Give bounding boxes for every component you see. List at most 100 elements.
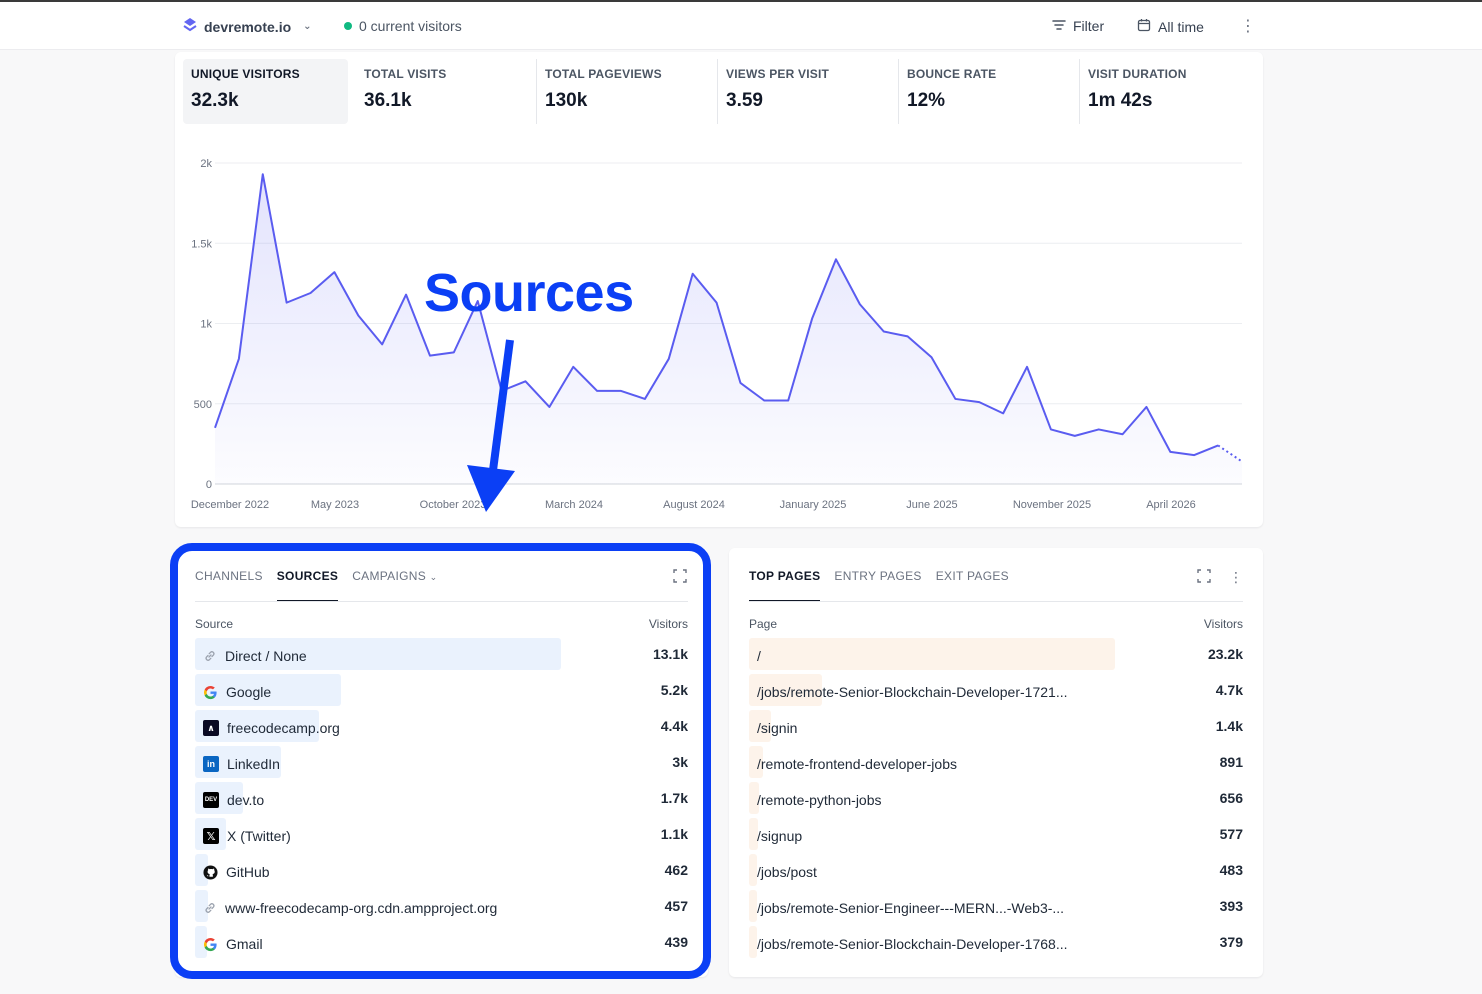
- list-item-name: Gmail: [195, 928, 263, 960]
- list-item-value: 483: [1219, 862, 1243, 878]
- linkedin-icon: in: [203, 756, 219, 772]
- list-item-label: LinkedIn: [227, 756, 280, 772]
- link-icon: [203, 649, 217, 663]
- list-item-label: Google: [226, 684, 272, 700]
- list-item-value: 462: [664, 862, 688, 878]
- list-item[interactable]: /jobs/remote-Senior-Blockchain-Developer…: [749, 926, 1243, 962]
- google-icon: [203, 685, 218, 700]
- list-item-name: in LinkedIn: [195, 748, 280, 780]
- list-item-name: /remote-frontend-developer-jobs: [749, 748, 957, 780]
- pages-panel: TOP PAGES ENTRY PAGES EXIT PAGES ⋮ Page …: [729, 548, 1263, 977]
- more-menu-icon[interactable]: ⋮: [1229, 569, 1243, 586]
- list-item-value: 23.2k: [1207, 646, 1243, 662]
- x-icon: 𝕏: [203, 828, 219, 844]
- list-item[interactable]: /jobs/remote-Senior-Engineer---MERN...-W…: [749, 890, 1243, 926]
- list-item-name: DEV dev.to: [195, 784, 264, 816]
- list-item-label: /jobs/post: [757, 864, 817, 880]
- arrow-head: [467, 465, 515, 512]
- freecodecamp-icon: ∧: [203, 720, 219, 736]
- list-item[interactable]: DEV dev.to 1.7k: [195, 782, 688, 818]
- list-item[interactable]: /jobs/remote-Senior-Blockchain-Developer…: [749, 674, 1243, 710]
- list-item-value: 4.4k: [660, 718, 688, 734]
- list-item-value: 393: [1219, 898, 1243, 914]
- list-item-name: www-freecodecamp-org.cdn.ampproject.org: [195, 892, 497, 924]
- list-item-name: /jobs/remote-Senior-Blockchain-Developer…: [749, 928, 1067, 960]
- list-item-name: Direct / None: [195, 640, 307, 672]
- list-item-value: 4.7k: [1215, 682, 1243, 698]
- expand-icon[interactable]: [1197, 569, 1211, 586]
- list-item-name: /remote-python-jobs: [749, 784, 882, 816]
- list-item-value: 439: [664, 934, 688, 950]
- github-icon: [203, 864, 218, 880]
- expand-icon[interactable]: [673, 569, 687, 586]
- list-item[interactable]: www-freecodecamp-org.cdn.ampproject.org 4…: [195, 890, 688, 926]
- tabs-divider: [195, 601, 688, 602]
- list-item-label: www-freecodecamp-org.cdn.ampproject.org: [225, 900, 498, 916]
- visitors-bar: [749, 638, 1115, 670]
- tab-sources[interactable]: SOURCES: [276, 569, 339, 602]
- list-item-name: Google: [195, 676, 271, 708]
- list-item-label: Gmail: [226, 936, 263, 952]
- list-item[interactable]: Google 5.2k: [195, 674, 688, 710]
- list-item-value: 379: [1219, 934, 1243, 950]
- list-item[interactable]: /signup 577: [749, 818, 1243, 854]
- list-item-name: 𝕏 X (Twitter): [195, 820, 291, 852]
- list-item-value: 3k: [672, 754, 688, 770]
- list-item[interactable]: Gmail 439: [195, 926, 688, 962]
- column-visitors: Visitors: [1203, 617, 1243, 631]
- list-item[interactable]: /signin 1.4k: [749, 710, 1243, 746]
- list-item-label: dev.to: [227, 792, 265, 808]
- list-item-label: /: [757, 648, 761, 664]
- list-item-label: X (Twitter): [227, 828, 291, 844]
- list-item-name: /jobs/remote-Senior-Engineer---MERN...-W…: [749, 892, 1064, 924]
- list-item[interactable]: /remote-python-jobs 656: [749, 782, 1243, 818]
- list-item-label: /jobs/remote-Senior-Engineer---MERN...-W…: [757, 900, 1065, 916]
- tab-campaigns-label: CAMPAIGNS: [352, 569, 427, 583]
- tab-exit-pages[interactable]: EXIT PAGES: [936, 569, 1009, 602]
- sources-list: Direct / None 13.1k Google 5.2k ∧ freecodecam…: [195, 638, 688, 962]
- list-item-value: 1.7k: [660, 790, 688, 806]
- list-item[interactable]: GitHub 462: [195, 854, 688, 890]
- arrow-shaft: [488, 339, 514, 479]
- pages-tabs: TOP PAGES ENTRY PAGES EXIT PAGES: [749, 569, 1009, 602]
- list-item[interactable]: Direct / None 13.1k: [195, 638, 688, 674]
- list-item-label: /signup: [757, 828, 803, 844]
- list-item-value: 5.2k: [660, 682, 688, 698]
- list-item-value: 1.1k: [660, 826, 688, 842]
- list-item-name: /signin: [749, 712, 797, 744]
- list-item[interactable]: /remote-frontend-developer-jobs 891: [749, 746, 1243, 782]
- pages-list: / 23.2k/jobs/remote-Senior-Blockchain-Dev…: [749, 638, 1243, 962]
- google-icon: [203, 937, 218, 952]
- sources-tabs: CHANNELS SOURCES CAMPAIGNS ⌄: [195, 569, 438, 602]
- list-item[interactable]: /jobs/post 483: [749, 854, 1243, 890]
- list-item[interactable]: / 23.2k: [749, 638, 1243, 674]
- list-item-name: GitHub: [195, 856, 270, 888]
- list-item-label: /remote-python-jobs: [757, 792, 882, 808]
- list-item-label: /jobs/remote-Senior-Blockchain-Developer…: [757, 684, 1068, 700]
- column-visitors: Visitors: [648, 617, 688, 631]
- tab-entry-pages[interactable]: ENTRY PAGES: [834, 569, 921, 602]
- list-item-value: 891: [1219, 754, 1243, 770]
- list-item-value: 577: [1219, 826, 1243, 842]
- devto-icon: DEV: [203, 792, 219, 808]
- list-item-name: /signup: [749, 820, 802, 852]
- list-item-label: /jobs/remote-Senior-Blockchain-Developer…: [757, 936, 1068, 952]
- list-item[interactable]: 𝕏 X (Twitter) 1.1k: [195, 818, 688, 854]
- tab-channels[interactable]: CHANNELS: [195, 569, 263, 602]
- list-item-value: 656: [1219, 790, 1243, 806]
- list-item[interactable]: in LinkedIn 3k: [195, 746, 688, 782]
- tab-top-pages[interactable]: TOP PAGES: [749, 569, 821, 602]
- list-item-name: /jobs/remote-Senior-Blockchain-Developer…: [749, 676, 1067, 708]
- list-item-value: 13.1k: [652, 646, 688, 662]
- tabs-divider: [749, 601, 1243, 602]
- list-item-name: /jobs/post: [749, 856, 817, 888]
- list-item-label: /signin: [757, 720, 798, 736]
- column-page: Page: [749, 617, 778, 631]
- list-item-name: /: [749, 640, 761, 672]
- list-item-value: 457: [664, 898, 688, 914]
- list-item-label: Direct / None: [225, 648, 307, 664]
- list-item-label: /remote-frontend-developer-jobs: [757, 756, 957, 772]
- tab-campaigns[interactable]: CAMPAIGNS ⌄: [352, 569, 437, 602]
- list-item-label: freecodecamp.org: [227, 720, 340, 736]
- list-item[interactable]: ∧ freecodecamp.org 4.4k: [195, 710, 688, 746]
